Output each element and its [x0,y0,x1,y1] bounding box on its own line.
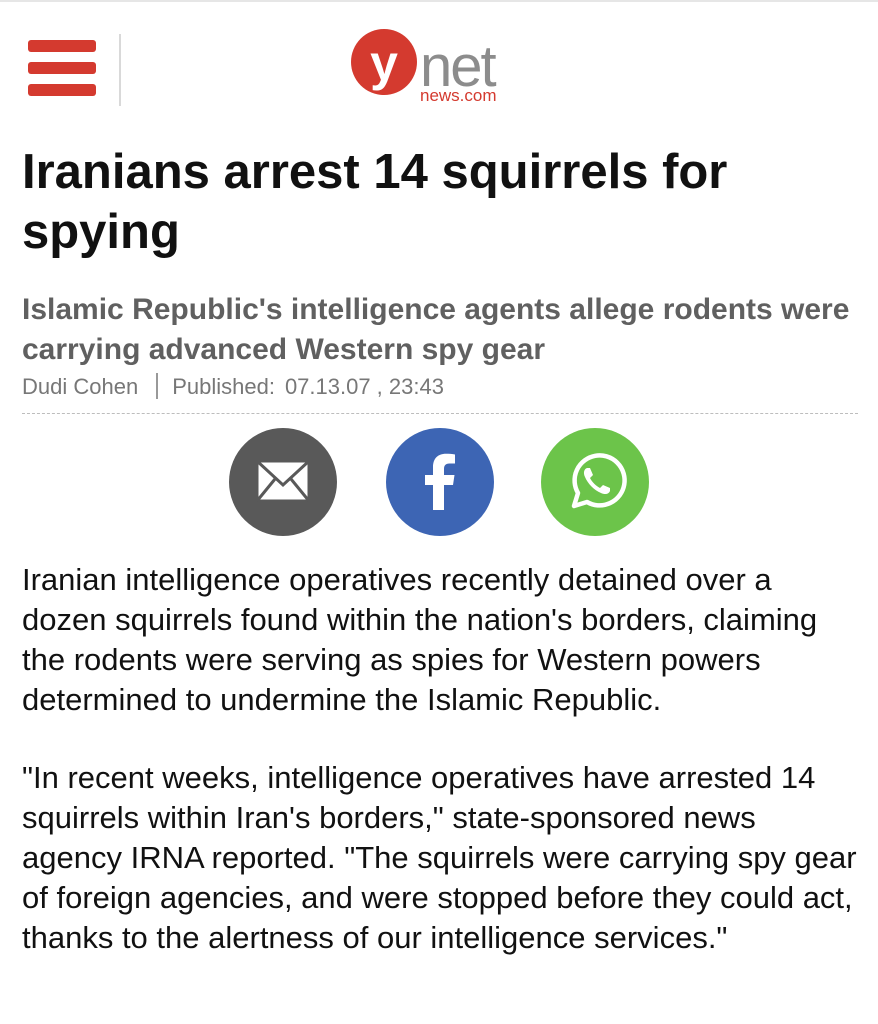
author-name[interactable]: Dudi Cohen [22,374,138,399]
header-divider [119,34,121,106]
article-byline: Dudi Cohen Published: 07.13.07 , 23:43 [22,372,852,402]
share-whatsapp-button[interactable] [541,428,649,536]
site-header: y net news.com [0,2,878,120]
article-subheadline: Islamic Republic's intelligence agents a… [22,293,850,366]
byline-separator [156,373,159,399]
logo-domain: news.com [420,86,497,105]
article-paragraph: "In recent weeks, intelligence operative… [22,760,857,955]
article-headline: Iranians arrest 14 squirrels for spying [22,145,728,259]
whatsapp-icon [571,453,627,509]
byline-divider [22,413,858,414]
article-paragraph: Iranian intelligence operatives recently… [22,562,818,717]
share-email-button[interactable] [229,428,337,536]
facebook-icon [425,453,455,510]
published-label: Published: [172,374,275,399]
share-facebook-button[interactable] [386,428,494,536]
envelope-icon [255,459,311,503]
ynet-logo[interactable]: y net news.com [350,28,520,110]
logo-y: y [370,35,398,91]
hamburger-menu-icon[interactable] [28,40,96,98]
published-date: 07.13.07 , 23:43 [284,374,444,399]
